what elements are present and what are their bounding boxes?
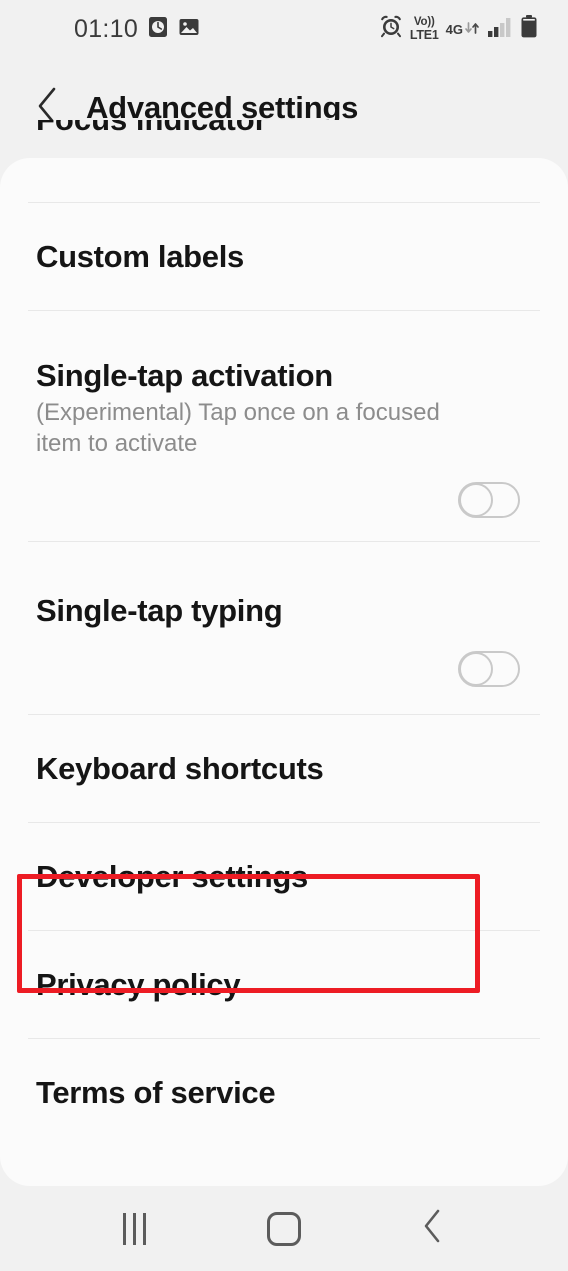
- list-item-single-tap-activation[interactable]: Single-tap activation (Experimental) Tap…: [0, 311, 568, 541]
- toggle-knob: [459, 482, 493, 517]
- list-item-label: Developer settings: [36, 858, 308, 894]
- network-4g-icon: 4G: [445, 21, 463, 37]
- toggle-knob: [459, 652, 493, 686]
- network-4g-group: 4G: [446, 17, 480, 42]
- list-item-subtitle: (Experimental) Tap once on a focused ite…: [36, 399, 440, 457]
- list-item-label: Single-tap activation: [36, 358, 333, 394]
- recents-icon: [123, 1212, 147, 1245]
- list-item-label: Keyboard shortcuts: [36, 750, 324, 786]
- system-navigation-bar: [0, 1186, 568, 1271]
- list-item-single-tap-typing[interactable]: Single-tap typing: [0, 542, 568, 714]
- toggle-container: [30, 651, 538, 687]
- list-row-spacer: [0, 158, 568, 202]
- status-bar-left: 01:10: [74, 15, 200, 44]
- list-item-privacy-policy[interactable]: Privacy policy: [0, 931, 568, 1038]
- settings-list: Custom labels Single-tap activation (Exp…: [0, 158, 568, 1146]
- list-item-label: Single-tap typing: [36, 593, 283, 628]
- back-chevron-icon: [421, 1208, 445, 1249]
- list-item-label: Terms of service: [36, 1074, 276, 1110]
- data-transfer-arrows-icon: [464, 17, 480, 42]
- status-bar-clock: 01:10: [74, 14, 139, 43]
- home-button[interactable]: [239, 1199, 329, 1259]
- home-icon: [266, 1211, 301, 1246]
- list-item-terms-of-service[interactable]: Terms of service: [0, 1039, 568, 1146]
- battery-icon: [520, 15, 538, 43]
- recents-button[interactable]: [90, 1199, 180, 1259]
- toggle-container: [30, 481, 538, 518]
- status-bar-right: Vo)) LTE1 4G: [379, 15, 538, 43]
- list-item-custom-labels[interactable]: Custom labels: [0, 203, 568, 310]
- signal-bars-icon: [487, 16, 513, 43]
- volte-icon: Vo)) LTE1: [409, 16, 439, 42]
- gallery-image-icon: [178, 16, 200, 43]
- list-item-label: Privacy policy: [36, 966, 241, 1002]
- list-item-label: Custom labels: [36, 238, 244, 274]
- single-tap-typing-toggle[interactable]: [458, 651, 520, 687]
- single-tap-activation-toggle[interactable]: [458, 481, 520, 518]
- back-nav-button[interactable]: [388, 1199, 478, 1259]
- list-item-keyboard-shortcuts[interactable]: Keyboard shortcuts: [0, 715, 568, 822]
- list-item-developer-settings[interactable]: Developer settings: [0, 823, 568, 930]
- status-bar: 01:10 Vo)) LTE1 4G: [0, 0, 568, 58]
- settings-list-card: Custom labels Single-tap activation (Exp…: [0, 158, 568, 1186]
- clipped-list-item-label: Focus indicator: [36, 120, 267, 138]
- alarm-clock-square-icon: [147, 16, 169, 43]
- alarm-bell-icon: [379, 15, 403, 43]
